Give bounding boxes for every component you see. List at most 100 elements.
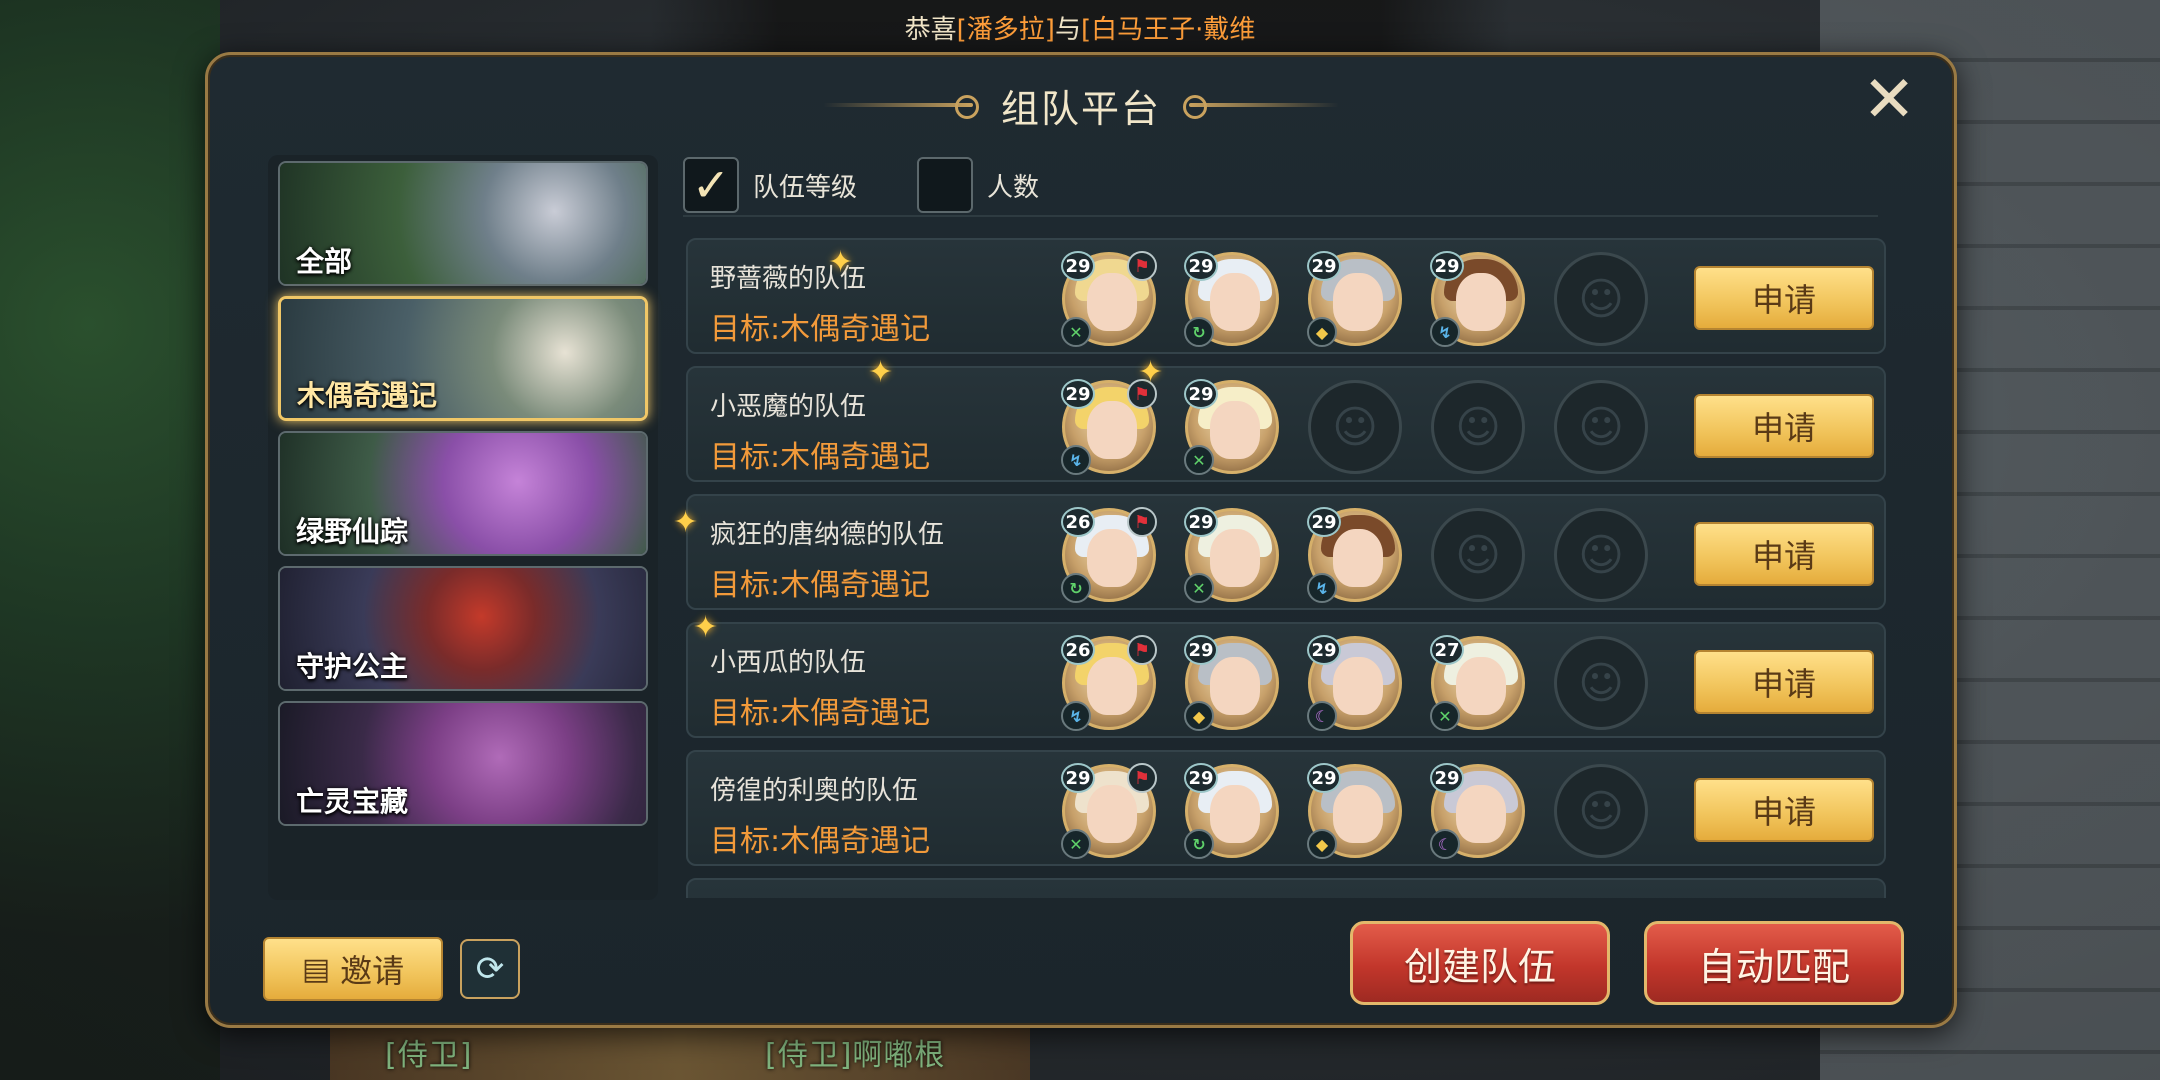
team-row-partial	[686, 878, 1886, 898]
apply-button[interactable]: 申请	[1694, 266, 1874, 330]
apply-button[interactable]: 申请	[1694, 778, 1874, 842]
team-row: 小恶魔的队伍 目标:木偶奇遇记 29 ⚑ ↯ 29 ✕ ☺ ☺ ☺ 申请	[686, 366, 1886, 482]
avatar-face	[1087, 273, 1137, 331]
member-avatar[interactable]: 29 ↯	[1307, 507, 1402, 603]
category-all[interactable]: 全部	[278, 161, 648, 286]
level-badge: 26	[1061, 507, 1095, 537]
avatar-face	[1333, 657, 1383, 715]
role-icon: ✕	[1061, 829, 1091, 859]
team-list[interactable]: 野蔷薇的队伍 目标:木偶奇遇记 29 ⚑ ✕ 29 ↻ 29 ◆ 29 ↯ ☺ …	[686, 238, 1886, 898]
level-badge: 29	[1307, 251, 1341, 281]
broadcast-name: [白马王子·戴维	[1080, 14, 1256, 45]
apply-button[interactable]: 申请	[1694, 650, 1874, 714]
level-badge: 29	[1430, 763, 1464, 793]
category-sidebar: 全部 木偶奇遇记 绿野仙踪 守护公主 亡灵宝藏	[268, 155, 658, 900]
team-platform-dialog: 组队平台 ✕ 全部 木偶奇遇记 绿野仙踪 守护公主 亡灵宝藏 ✓ 队伍等级 人数…	[205, 52, 1957, 1028]
member-avatar[interactable]: 29 ↯	[1430, 251, 1525, 347]
level-badge: 29	[1184, 251, 1218, 281]
category-label: 守护公主	[296, 650, 409, 683]
avatar-face	[1210, 401, 1260, 459]
level-badge: 29	[1184, 763, 1218, 793]
member-avatar[interactable]: 29 ↻	[1184, 763, 1279, 859]
member-avatar[interactable]: 29 ✕	[1184, 379, 1279, 475]
member-avatar[interactable]: 29 ↻	[1184, 251, 1279, 347]
leader-flag-icon: ⚑	[1127, 763, 1157, 793]
level-badge: 29	[1307, 763, 1341, 793]
empty-avatar-icon: ☺	[1578, 529, 1624, 581]
avatar-face	[1087, 785, 1137, 843]
member-avatar[interactable]: 26 ⚑ ↻	[1061, 507, 1157, 603]
avatar-face	[1333, 529, 1383, 587]
team-goal: 目标:木偶奇遇记	[710, 824, 931, 859]
member-avatar[interactable]: 29 ⚑ ↯	[1061, 379, 1157, 475]
apply-button[interactable]: 申请	[1694, 394, 1874, 458]
level-badge: 29	[1307, 507, 1341, 537]
create-team-button[interactable]: 创建队伍	[1350, 921, 1610, 1005]
level-badge: 29	[1184, 507, 1218, 537]
empty-slot: ☺	[1431, 380, 1525, 474]
member-avatar[interactable]: 29 ✕	[1184, 507, 1279, 603]
role-icon: ✕	[1061, 317, 1091, 347]
background-foliage	[0, 0, 220, 1080]
broadcast-mid: 与	[1054, 14, 1081, 45]
member-count-checkbox[interactable]	[917, 157, 974, 213]
team-goal: 目标:木偶奇遇记	[710, 568, 931, 603]
sparkle-effect: ✦	[693, 610, 719, 645]
member-avatar[interactable]: 29 ☾	[1307, 635, 1402, 731]
team-row: 小西瓜的队伍 目标:木偶奇遇记 26 ⚑ ↯ 29 ◆ 29 ☾ 27 ✕ ☺ …	[686, 622, 1886, 738]
avatar-face	[1456, 657, 1506, 715]
level-badge: 27	[1430, 635, 1464, 665]
empty-slot: ☺	[1554, 636, 1648, 730]
member-avatar[interactable]: 29 ⚑ ✕	[1061, 251, 1157, 347]
member-avatar[interactable]: 29 ⚑ ✕	[1061, 763, 1157, 859]
refresh-icon[interactable]: ⟳	[460, 939, 520, 999]
team-name: 小恶魔的队伍	[710, 392, 867, 422]
level-badge: 29	[1061, 763, 1095, 793]
level-badge: 26	[1061, 635, 1095, 665]
apply-button[interactable]: 申请	[1694, 522, 1874, 586]
category-label: 木偶奇遇记	[297, 379, 438, 412]
member-avatar[interactable]: 29 ◆	[1307, 763, 1402, 859]
empty-slot: ☺	[1554, 252, 1648, 346]
member-avatar[interactable]: 26 ⚑ ↯	[1061, 635, 1157, 731]
team-goal: 目标:木偶奇遇记	[710, 440, 931, 475]
member-avatar[interactable]: 29 ◆	[1184, 635, 1279, 731]
empty-avatar-icon: ☺	[1578, 657, 1624, 709]
team-goal: 目标:木偶奇遇记	[710, 696, 931, 731]
avatar-face	[1333, 273, 1383, 331]
team-name: 疯狂的唐纳德的队伍	[710, 520, 945, 550]
team-name: 傍徨的利奥的队伍	[710, 776, 919, 806]
avatar-face	[1456, 273, 1506, 331]
invite-label: 邀请	[340, 952, 405, 990]
broadcast-name: [潘多拉]	[956, 14, 1055, 45]
leader-flag-icon: ⚑	[1127, 635, 1157, 665]
category-princess[interactable]: 守护公主	[278, 566, 648, 691]
category-oz[interactable]: 绿野仙踪	[278, 431, 648, 556]
close-icon[interactable]: ✕	[1854, 65, 1924, 135]
role-icon: ↯	[1061, 701, 1091, 731]
invite-button[interactable]: ▤ 邀请	[263, 937, 443, 1001]
level-badge: 29	[1061, 251, 1095, 281]
sparkle-effect: ✦	[673, 505, 699, 540]
empty-slot: ☺	[1554, 380, 1648, 474]
avatar-face	[1087, 657, 1137, 715]
team-row: 傍徨的利奥的队伍 目标:木偶奇遇记 29 ⚑ ✕ 29 ↻ 29 ◆ 29 ☾ …	[686, 750, 1886, 866]
category-label: 绿野仙踪	[296, 515, 409, 548]
filter-bar: ✓ 队伍等级 人数	[683, 155, 1878, 217]
system-broadcast: 恭喜 [潘多拉] 与 [白马王子·戴维	[650, 0, 1510, 56]
member-avatar[interactable]: 29 ☾	[1430, 763, 1525, 859]
avatar-face	[1333, 785, 1383, 843]
category-pinocchio[interactable]: 木偶奇遇记	[278, 296, 648, 421]
team-level-checkbox[interactable]: ✓	[683, 157, 739, 213]
avatar-face	[1087, 529, 1137, 587]
empty-avatar-icon: ☺	[1578, 401, 1624, 453]
npc-name-label: [侍卫]	[385, 1038, 473, 1073]
leader-flag-icon: ⚑	[1127, 507, 1157, 537]
member-avatar[interactable]: 27 ✕	[1430, 635, 1525, 731]
category-undead[interactable]: 亡灵宝藏	[278, 701, 648, 826]
auto-match-button[interactable]: 自动匹配	[1644, 921, 1904, 1005]
member-avatar[interactable]: 29 ◆	[1307, 251, 1402, 347]
sparkle-effect: ✦	[868, 355, 894, 390]
sparkle-effect: ✦	[1138, 355, 1164, 390]
role-icon: ☾	[1307, 701, 1337, 731]
